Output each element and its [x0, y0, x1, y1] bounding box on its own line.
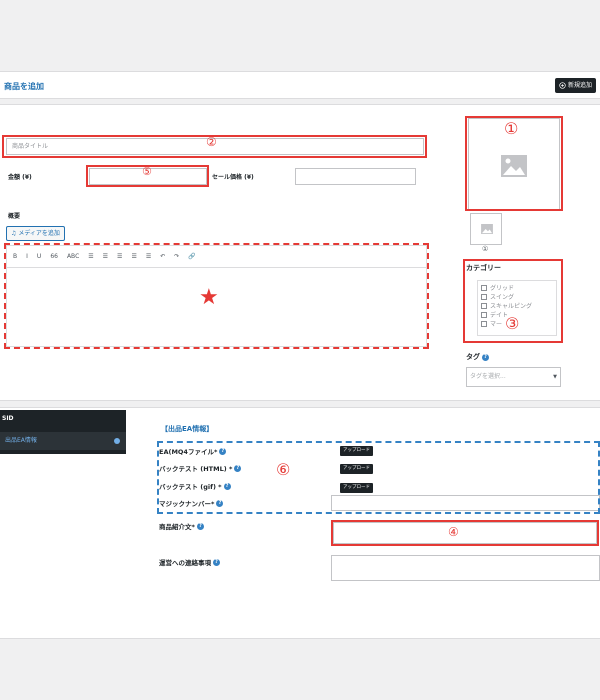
marker-3: ③: [505, 314, 520, 333]
category-label: スキャルピング: [490, 303, 533, 310]
checkbox[interactable]: [481, 284, 487, 291]
category-title: カテゴリー: [466, 264, 501, 272]
add-media-label: メディアを追加: [18, 230, 60, 237]
indicator-icon: [114, 438, 120, 444]
tag-select[interactable]: タグを選択... ▼: [466, 367, 561, 387]
highlight-box-6: [157, 441, 600, 514]
tag-title-row: タグ ?: [466, 352, 489, 362]
help-icon[interactable]: ?: [196, 522, 204, 530]
sidebar-item-label: 出品EA情報: [5, 437, 37, 444]
category-item[interactable]: スイング: [481, 292, 553, 301]
help-icon[interactable]: ?: [482, 353, 489, 361]
ea-section-title: 【出品EA情報】: [161, 425, 214, 433]
intro-label: 商品紹介文*: [159, 523, 195, 531]
category-item[interactable]: グリッド: [481, 283, 553, 292]
tag-title: タグ: [466, 353, 480, 361]
checkbox[interactable]: [481, 320, 487, 327]
add-new-button[interactable]: 新規追加: [554, 78, 596, 93]
gallery-thumbnail[interactable]: [470, 213, 502, 245]
help-icon[interactable]: ?: [213, 558, 220, 566]
sidebar-item-ea-info[interactable]: 出品EA情報: [0, 432, 126, 450]
header-bar: 商品を追加 新規追加: [0, 71, 600, 99]
chevron-down-icon: ▼: [553, 374, 557, 380]
highlight-box-4: [331, 520, 599, 546]
sidebar-heading: SID: [2, 415, 14, 422]
notes-label-row: 運営への連絡事項?: [159, 557, 220, 567]
star-marker: ★: [199, 285, 219, 310]
category-label: グリッド: [490, 285, 515, 292]
intro-label-row: 商品紹介文*?: [159, 521, 204, 531]
media-icon: ♫: [11, 230, 17, 237]
checkbox[interactable]: [481, 293, 487, 300]
page-title: 商品を追加: [4, 82, 44, 91]
metabox-sidebar: SID 出品EA情報: [0, 410, 126, 454]
summary-label: 概要: [8, 213, 21, 220]
marker-2: ②: [206, 135, 217, 149]
add-media-button[interactable]: ♫ メディアを追加: [6, 226, 65, 241]
small-image-icon: [481, 224, 493, 234]
sale-price-label: セール価格 (¥): [212, 174, 254, 181]
marker-4: ④: [448, 525, 459, 539]
category-label: マー: [490, 321, 503, 328]
checkbox[interactable]: [481, 302, 487, 309]
page: 商品を追加 新規追加 商品タイトル ② 金額 (¥) ⑤ セール価格 (¥) 概…: [0, 0, 600, 700]
plus-circle-icon: [559, 82, 566, 89]
tag-placeholder: タグを選択...: [470, 373, 506, 380]
marker-6: ⑥: [276, 460, 291, 479]
checkbox[interactable]: [481, 311, 487, 318]
marker-1: ①: [504, 119, 519, 138]
sale-price-input[interactable]: [295, 168, 416, 185]
category-item[interactable]: スキャルピング: [481, 301, 553, 310]
notes-textarea[interactable]: [331, 555, 600, 581]
marker-5: ⑤: [142, 165, 152, 178]
price-label: 金額 (¥): [8, 174, 32, 181]
add-new-label: 新規追加: [567, 82, 592, 89]
gallery-index: ①: [482, 245, 489, 253]
category-label: スイング: [490, 294, 515, 301]
notes-label: 運営への連絡事項: [159, 559, 211, 567]
